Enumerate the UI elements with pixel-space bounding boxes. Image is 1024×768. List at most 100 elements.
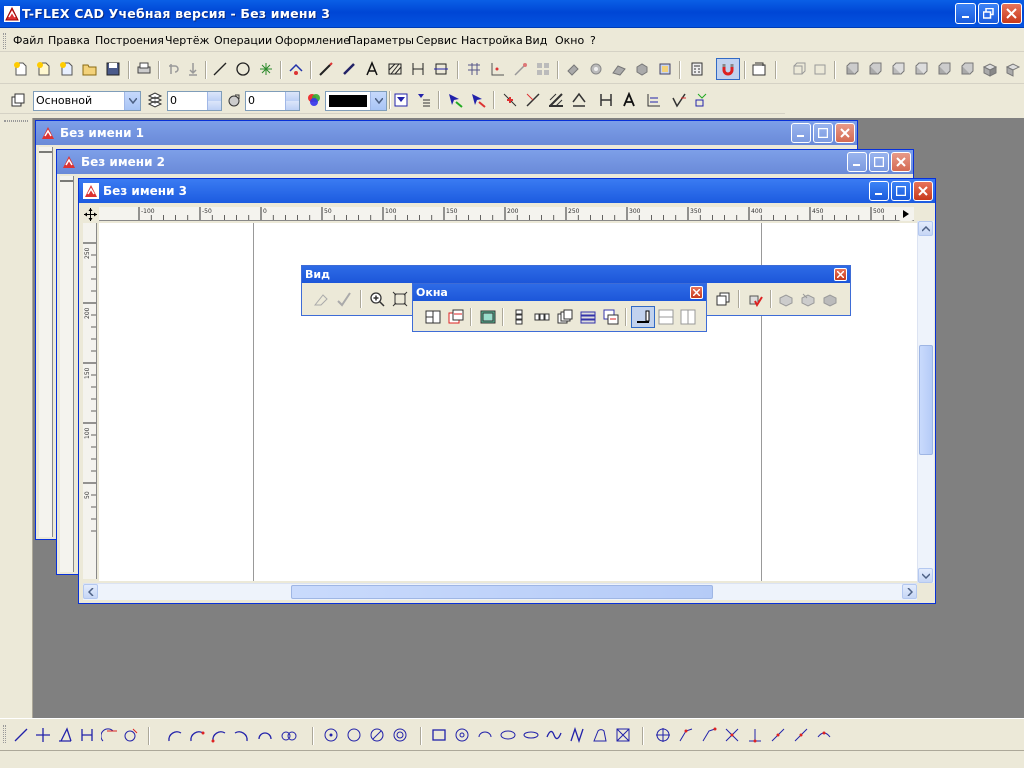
line-cross-button[interactable] bbox=[34, 726, 52, 744]
windows-panel-titlebar[interactable]: Окна bbox=[413, 284, 706, 301]
graphic-line-button[interactable] bbox=[317, 60, 335, 78]
tile-vertical-button[interactable] bbox=[510, 308, 528, 326]
snap-line-button[interactable] bbox=[524, 91, 542, 109]
text-button[interactable] bbox=[363, 60, 381, 78]
view-panel-titlebar[interactable]: Вид bbox=[302, 266, 850, 283]
menu-service[interactable]: Сервис bbox=[416, 34, 457, 47]
windows-floating-toolbar[interactable]: Окна bbox=[412, 283, 707, 332]
undo-button[interactable] bbox=[165, 60, 183, 78]
circle-tangent-2-button[interactable] bbox=[345, 726, 363, 744]
scroll-down-icon[interactable] bbox=[918, 568, 933, 583]
circle-3-button[interactable] bbox=[280, 726, 298, 744]
new-3d-button[interactable] bbox=[35, 60, 53, 78]
coordinate-button[interactable] bbox=[488, 60, 506, 78]
menu-window[interactable]: Окно bbox=[555, 34, 584, 47]
menu-view[interactable]: Вид bbox=[525, 34, 547, 47]
arc-3-button[interactable] bbox=[210, 726, 228, 744]
windows-panel-close-button[interactable] bbox=[690, 286, 703, 299]
circle-2-button[interactable] bbox=[256, 726, 274, 744]
node-3-button[interactable] bbox=[700, 726, 718, 744]
close-button[interactable] bbox=[1001, 3, 1022, 24]
tolerance-button[interactable] bbox=[693, 91, 711, 109]
spin-down-icon[interactable] bbox=[207, 101, 221, 110]
level-spinner[interactable]: 0 bbox=[167, 91, 222, 111]
3d-op-5-button[interactable] bbox=[656, 60, 674, 78]
split-vertical-button[interactable] bbox=[679, 308, 697, 326]
node-5-button[interactable] bbox=[746, 726, 764, 744]
line-2pt-button[interactable] bbox=[12, 726, 30, 744]
menu-operations[interactable]: Операции bbox=[214, 34, 272, 47]
3d-view-2-button[interactable] bbox=[811, 60, 829, 78]
view-refresh-button[interactable] bbox=[335, 290, 353, 308]
spline-button[interactable] bbox=[545, 726, 563, 744]
dimension-style-2-button[interactable] bbox=[597, 91, 615, 109]
view-redraw-button[interactable] bbox=[312, 290, 330, 308]
scroll-left-icon[interactable] bbox=[83, 584, 98, 599]
scroll-right-icon[interactable] bbox=[902, 584, 917, 599]
menu-annotation[interactable]: Оформление bbox=[275, 34, 350, 47]
line-tangent-button[interactable] bbox=[100, 726, 118, 744]
bezier-button[interactable] bbox=[614, 726, 632, 744]
view-left-button[interactable] bbox=[889, 60, 907, 78]
view-3d-4-button[interactable] bbox=[821, 290, 839, 308]
polyline-button[interactable] bbox=[568, 726, 586, 744]
menu-drawing[interactable]: Чертёж bbox=[165, 34, 209, 47]
window-2-titlebar[interactable]: Без имени 2 bbox=[57, 150, 913, 174]
calculator-button[interactable] bbox=[688, 60, 706, 78]
line-parallel-button[interactable] bbox=[78, 726, 96, 744]
view-bottom-button[interactable] bbox=[958, 60, 976, 78]
projection-button[interactable] bbox=[511, 60, 529, 78]
menu-help[interactable]: ? bbox=[590, 34, 596, 47]
pan-cross-icon[interactable] bbox=[83, 207, 98, 222]
circle-2tan-button[interactable] bbox=[391, 726, 409, 744]
window-3-minimize-button[interactable] bbox=[869, 181, 889, 201]
color-select[interactable] bbox=[325, 91, 387, 111]
arrange-icons-button[interactable] bbox=[579, 308, 597, 326]
node-7-button[interactable] bbox=[792, 726, 810, 744]
circle-3pt-button[interactable] bbox=[368, 726, 386, 744]
circle-tool-button[interactable] bbox=[234, 60, 252, 78]
hatch-style-button[interactable] bbox=[547, 91, 565, 109]
node-tool-button[interactable] bbox=[257, 60, 275, 78]
arc-1-button[interactable] bbox=[166, 726, 184, 744]
node-6-button[interactable] bbox=[769, 726, 787, 744]
node-2-button[interactable] bbox=[677, 726, 695, 744]
properties-button[interactable] bbox=[750, 60, 768, 78]
new-window-button[interactable] bbox=[447, 308, 465, 326]
arc-2-button[interactable] bbox=[188, 726, 206, 744]
3d-view-1-button[interactable] bbox=[790, 60, 808, 78]
graphic-pen-button[interactable] bbox=[340, 60, 358, 78]
menu-edit[interactable]: Правка bbox=[48, 34, 90, 47]
save-button[interactable] bbox=[104, 60, 122, 78]
fragment-button[interactable] bbox=[465, 60, 483, 78]
view-back-button[interactable] bbox=[866, 60, 884, 78]
view-3d-button[interactable] bbox=[746, 290, 764, 308]
line-type-button[interactable] bbox=[645, 91, 663, 109]
zoom-fit-button[interactable] bbox=[391, 290, 409, 308]
vertical-scroll-thumb[interactable] bbox=[919, 345, 933, 455]
rectangle-button[interactable] bbox=[430, 726, 448, 744]
line-tool-button[interactable] bbox=[211, 60, 229, 78]
3d-op-3-button[interactable] bbox=[610, 60, 628, 78]
view-front-button[interactable] bbox=[843, 60, 861, 78]
view-layout-button[interactable] bbox=[534, 60, 552, 78]
3d-op-2-button[interactable] bbox=[587, 60, 605, 78]
view-iso-button[interactable] bbox=[981, 60, 999, 78]
hatch-button[interactable] bbox=[386, 60, 404, 78]
open-button[interactable] bbox=[81, 60, 99, 78]
window-3-close-button[interactable] bbox=[913, 181, 933, 201]
restore-button[interactable] bbox=[978, 3, 999, 24]
color-palette-button[interactable] bbox=[305, 91, 323, 109]
ellipse-button[interactable] bbox=[499, 726, 517, 744]
windows-list-button[interactable] bbox=[602, 308, 620, 326]
window-dock-button[interactable] bbox=[631, 306, 655, 328]
layers-button[interactable] bbox=[9, 91, 27, 109]
window-2-maximize-button[interactable] bbox=[869, 152, 889, 172]
filter-list-button[interactable] bbox=[415, 91, 433, 109]
redo-button[interactable] bbox=[184, 60, 202, 78]
print-button[interactable] bbox=[135, 60, 153, 78]
zoom-in-button[interactable] bbox=[368, 290, 386, 308]
split-horizontal-button[interactable] bbox=[657, 308, 675, 326]
node-free-button[interactable] bbox=[654, 726, 672, 744]
snap-toggle-button[interactable] bbox=[716, 58, 740, 80]
